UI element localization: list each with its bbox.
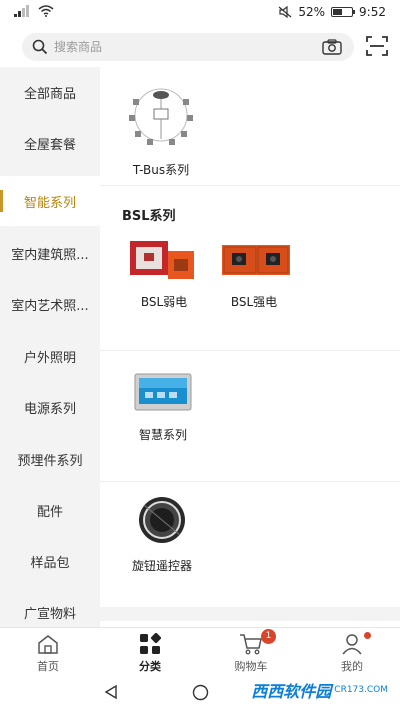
camera-icon[interactable] [322, 39, 342, 55]
battery-icon [331, 7, 356, 17]
product-knob-remote[interactable]: 旋钮遥控器 [117, 495, 207, 574]
product-tbus[interactable]: T-Bus系列 [116, 81, 206, 178]
sidebar-item-outdoor[interactable]: 户外照明 [0, 331, 100, 381]
product-content: T-Bus系列 BSL系列 BSL弱电 BSL强电 智慧系列 旋钮遥控器 [100, 67, 400, 627]
home-icon [38, 635, 58, 654]
sidebar-item-accessories[interactable]: 配件 [0, 485, 100, 535]
sidebar-item-label: 配件 [36, 504, 63, 520]
watermark-brand: 西西软件园 [251, 682, 332, 701]
sidebar-item-label: 样品包 [30, 555, 70, 571]
sidebar-item-indoor-art[interactable]: 室内艺术照... [0, 279, 100, 329]
back-nav-icon[interactable] [103, 684, 119, 700]
sidebar-item-label: 全部商品 [23, 86, 76, 102]
bsl-strong-panel-image [222, 245, 290, 275]
watermark: 西西软件园 CR173.COM [251, 673, 388, 707]
search-input[interactable] [54, 37, 314, 57]
section-divider [100, 607, 400, 621]
tab-label: 首页 [37, 660, 59, 673]
tab-cart[interactable]: 1 购物车 [211, 629, 291, 674]
scan-icon[interactable] [366, 35, 388, 57]
app-screen: 52% 9:52 全部商品 全屋套餐 智能系列 室内建筑照... 室内艺术照..… [0, 0, 400, 711]
search-icon [32, 39, 48, 55]
mute-icon [278, 6, 292, 18]
product-bsl-strong[interactable]: BSL强电 [209, 239, 299, 310]
cell-signal-icon [14, 5, 32, 17]
sidebar-item-label: 智能系列 [23, 195, 76, 211]
section-divider [100, 185, 400, 186]
sidebar-item-whole-house[interactable]: 全屋套餐 [0, 118, 100, 168]
sidebar-item-label: 室内建筑照... [11, 247, 89, 263]
sidebar-item-label: 电源系列 [23, 401, 76, 417]
sidebar-item-label: 广宣物料 [23, 606, 76, 622]
product-label: 旋钮遥控器 [131, 559, 192, 573]
section-title-bsl: BSL系列 [122, 209, 176, 224]
section-divider [100, 350, 400, 351]
sidebar-item-embedded[interactable]: 预埋件系列 [0, 434, 100, 484]
bsl-weak-panel-image [130, 241, 194, 279]
sidebar-item-all[interactable]: 全部商品 [0, 67, 100, 117]
sidebar-item-label: 室内艺术照... [11, 298, 89, 314]
wifi-icon [38, 5, 54, 17]
product-label: 智慧系列 [138, 428, 187, 442]
sidebar-item-smart[interactable]: 智能系列 [0, 176, 100, 226]
product-smart[interactable]: 智慧系列 [118, 372, 208, 443]
notification-dot [364, 632, 371, 639]
tab-label: 分类 [139, 660, 161, 673]
knob-remote-image [139, 497, 185, 543]
sidebar-item-samples[interactable]: 样品包 [0, 536, 100, 586]
sidebar-item-power[interactable]: 电源系列 [0, 382, 100, 432]
sidebar-item-label: 预埋件系列 [17, 453, 83, 469]
product-label: T-Bus系列 [132, 163, 190, 177]
tbus-diagram-image [129, 88, 193, 145]
tab-label: 我的 [341, 660, 363, 673]
tab-category[interactable]: 分类 [110, 632, 190, 674]
profile-icon [342, 634, 362, 655]
sidebar-item-label: 全屋套餐 [23, 137, 76, 153]
home-nav-icon[interactable] [192, 684, 209, 701]
tab-home[interactable]: 首页 [8, 632, 88, 674]
product-bsl-weak[interactable]: BSL弱电 [119, 239, 209, 310]
sidebar-item-promo[interactable]: 广宣物料 [0, 587, 100, 627]
tab-label: 购物车 [234, 660, 268, 673]
bottom-tab-bar: 首页 分类 1 购物车 我的 [0, 627, 400, 673]
product-label: BSL弱电 [140, 295, 188, 309]
category-sidebar: 全部商品 全屋套餐 智能系列 室内建筑照... 室内艺术照... 户外照明 电源… [0, 67, 100, 627]
search-bar[interactable] [22, 33, 354, 61]
sidebar-item-label: 户外照明 [23, 350, 76, 366]
clock: 9:52 [359, 5, 386, 19]
watermark-url: CR173.COM [334, 685, 388, 695]
product-label: BSL强电 [230, 295, 278, 309]
battery-percent: 52% [298, 5, 326, 19]
section-divider [100, 481, 400, 482]
sidebar-item-indoor-architectural[interactable]: 室内建筑照... [0, 228, 100, 278]
category-icon [140, 633, 161, 654]
smart-panel-image [134, 373, 192, 411]
status-bar: 52% 9:52 [0, 0, 400, 26]
cart-icon [240, 634, 262, 655]
tab-profile[interactable]: 我的 [312, 632, 392, 674]
cart-count-badge: 1 [261, 629, 276, 644]
